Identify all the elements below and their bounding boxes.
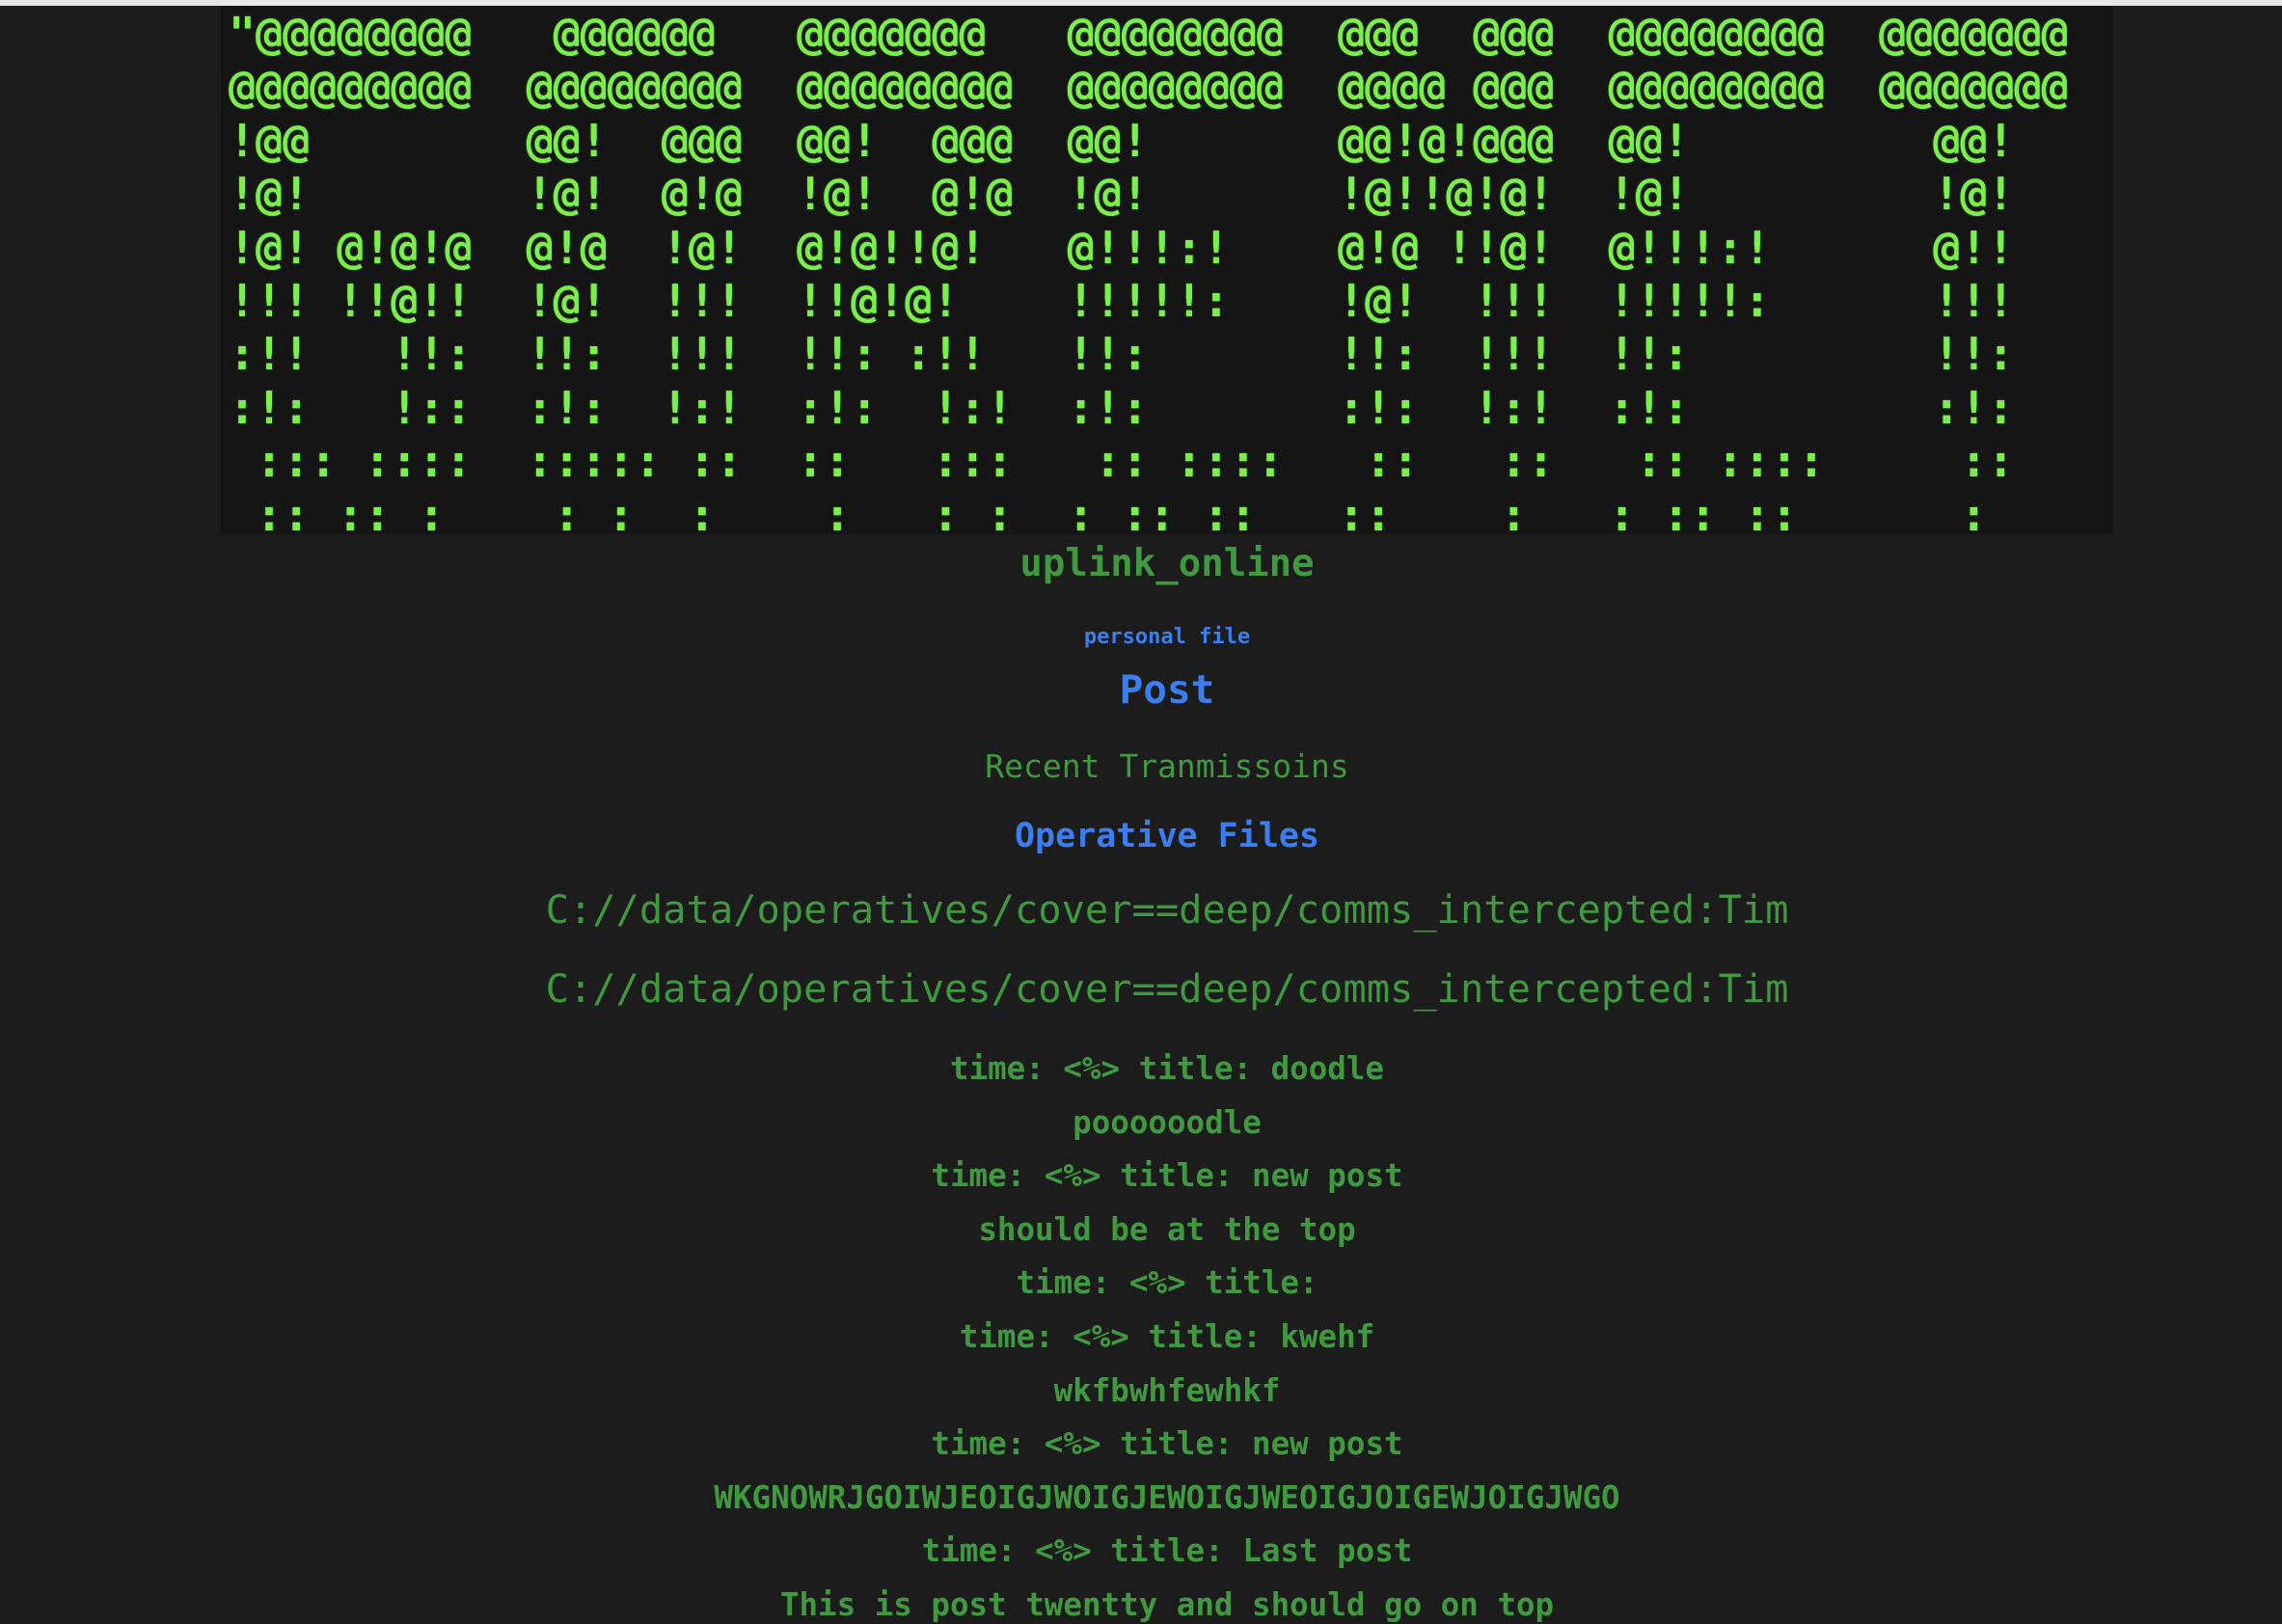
recent-transmissions-heading: Recent Tranmissoins [985, 747, 1349, 785]
feed-entry-body: poooooodle [1073, 1103, 1262, 1141]
ascii-art-banner: "@@@@@@@@ @@@@@@ @@@@@@@ @@@@@@@@ @@@ @@… [221, 6, 2113, 534]
feed-entry-header: time: <%> title: Last post [921, 1532, 1413, 1570]
feed-entry-body: WKGNOWRJGOIWJEOIGJWOIGJEWOIGJWEOIGJOIGEW… [714, 1478, 1620, 1516]
transmission-feed: time: <%> title: doodle poooooodle time:… [0, 1042, 2282, 1624]
post-link[interactable]: Post [0, 665, 2282, 714]
feed-entry-header: time: <%> title: kwehf [959, 1317, 1375, 1355]
feed-entry-body: wkfbwhfewhkf [1053, 1371, 1281, 1409]
feed-entry-body: should be at the top [978, 1210, 1356, 1248]
feed-entry-header: time: <%> title: new post [931, 1425, 1403, 1463]
feed-entry-header: time: <%> title: [1016, 1264, 1318, 1302]
file-path-line: C://data/operatives/cover==deep/comms_in… [545, 886, 1789, 933]
feed-entry-header: time: <%> title: new post [931, 1157, 1403, 1195]
personal-file-link[interactable]: personal file [0, 625, 2282, 650]
feed-entry-header: time: <%> title: doodle [949, 1050, 1385, 1087]
feed-entry-body: This is post twentty and should go on to… [779, 1585, 1555, 1623]
operative-files-link[interactable]: Operative Files [0, 815, 2282, 857]
file-path-line: C://data/operatives/cover==deep/comms_in… [545, 965, 1789, 1012]
uplink-status: uplink_online [1019, 542, 1315, 585]
ascii-art-text: "@@@@@@@@ @@@@@@ @@@@@@@ @@@@@@@@ @@@ @@… [229, 8, 2069, 534]
